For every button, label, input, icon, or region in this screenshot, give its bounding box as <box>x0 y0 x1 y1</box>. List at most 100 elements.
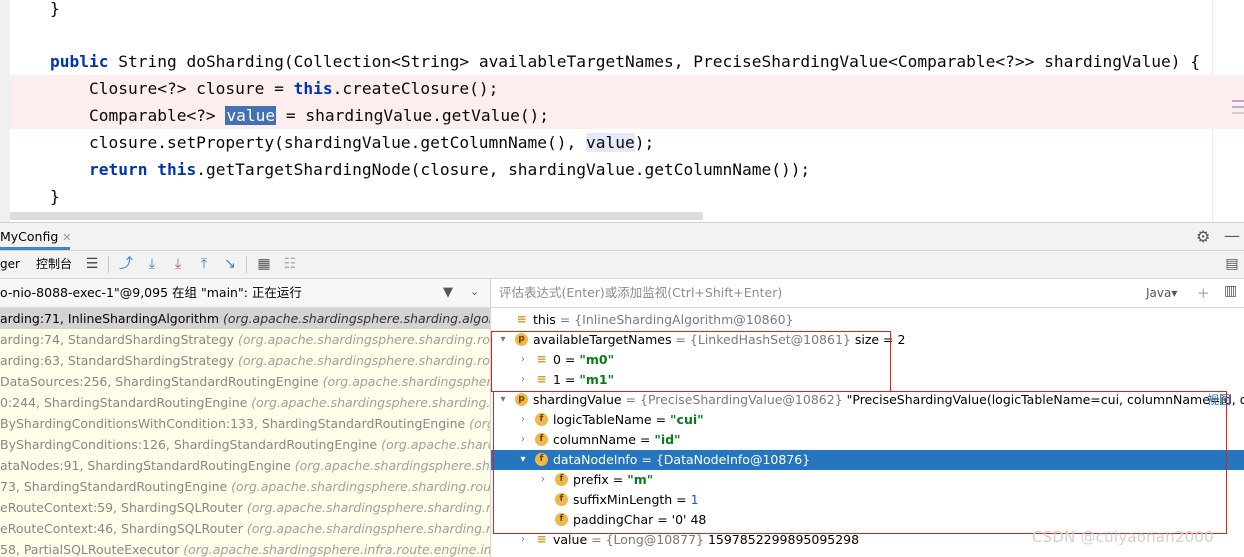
layout-settings-icon[interactable]: ▤ <box>1222 254 1242 274</box>
evaluate-expression-icon[interactable]: ▦ <box>254 254 274 274</box>
stack-frame[interactable]: 73, ShardingStandardRoutingEngine (org.a… <box>0 476 490 497</box>
stack-frame[interactable]: eRouteContext:59, ShardingSQLRouter (org… <box>0 497 490 518</box>
collapse-arrow-icon[interactable]: ▾ <box>517 450 529 470</box>
stack-frame[interactable]: arding:63, StandardShardingStrategy (org… <box>0 350 490 371</box>
stack-frame[interactable]: 0:244, ShardingStandardRoutingEngine (or… <box>0 392 490 413</box>
variable-text: columnName = "id" <box>553 430 681 450</box>
stack-frame[interactable]: ByShardingConditionsWithCondition:133, S… <box>0 413 490 434</box>
error-stripe-mark[interactable] <box>1232 106 1244 108</box>
frame-package: (org.apac <box>469 416 490 431</box>
variable-icon: ≡ <box>536 352 547 366</box>
variable-row[interactable]: ▾ f dataNodeInfo = {DataNodeInfo@10876} <box>491 450 1244 470</box>
variable-row[interactable]: › f prefix = "m" <box>491 470 1244 490</box>
code-line[interactable]: } <box>50 0 60 22</box>
watches-toggle-icon[interactable]: ▥ <box>1224 283 1237 299</box>
variable-row[interactable]: ≡ this = {InlineShardingAlgorithm@10860} <box>491 310 1244 330</box>
variable-row[interactable]: › f logicTableName = "cui" <box>491 410 1244 430</box>
frame-package: (org.apache.shardingsphere.sharding.rout… <box>238 332 490 347</box>
variable-string-value: "m0" <box>579 352 615 367</box>
gear-icon[interactable]: ⚙ <box>1196 227 1210 246</box>
editor-horizontal-scrollbar[interactable] <box>10 212 703 220</box>
step-out-icon[interactable]: ⤒ <box>194 254 214 274</box>
expand-arrow-icon[interactable]: › <box>517 350 529 370</box>
stack-frame[interactable]: arding:71, InlineShardingAlgorithm (org.… <box>0 308 490 329</box>
close-icon[interactable]: ✕ <box>62 231 71 244</box>
run-config-label: MyConfig <box>0 229 59 244</box>
collapse-arrow-icon[interactable]: ▾ <box>497 330 509 350</box>
step-into-icon[interactable]: ⤓ <box>168 254 188 274</box>
run-config-tab[interactable]: MyConfig ✕ <box>0 223 76 250</box>
parameter-icon: p <box>515 393 528 406</box>
layout-menu-icon[interactable]: ☰ <box>82 254 102 274</box>
variable-object-ref: = {InlineShardingAlgorithm@10860} <box>555 312 794 327</box>
evaluate-expression-field[interactable]: 评估表达式(Enter)或添加监视(Ctrl+Shift+Enter) Java… <box>491 279 1244 308</box>
debug-tab-bar: MyConfig ✕ ⚙ — <box>0 223 1244 251</box>
error-stripe-mark[interactable] <box>1232 112 1244 114</box>
thread-selector[interactable]: o-nio-8088-exec-1"@9,095 在组 "main": 正在运行… <box>0 279 490 308</box>
code-line[interactable]: } <box>50 183 60 210</box>
code-line[interactable]: closure.setProperty(shardingValue.getCol… <box>50 129 654 156</box>
language-selector[interactable]: Java▾ <box>1146 279 1177 307</box>
trace-stream-icon[interactable]: ☷ <box>280 254 300 274</box>
code-line[interactable]: public String doSharding(Collection<Stri… <box>50 48 1200 75</box>
show-execution-point-icon[interactable]: ⤴ <box>116 254 136 274</box>
collapse-arrow-icon[interactable]: ▾ <box>497 390 509 410</box>
variable-row[interactable]: › f columnName = "id" <box>491 430 1244 450</box>
stack-frame[interactable]: DataSources:256, ShardingStandardRouting… <box>0 371 490 392</box>
variable-name: value <box>553 532 588 547</box>
minimize-icon[interactable]: — <box>1224 226 1240 245</box>
frames-panel: o-nio-8088-exec-1"@9,095 在组 "main": 正在运行… <box>0 279 491 557</box>
code-token: Comparable<?> <box>50 106 226 125</box>
code-token: String doSharding(Collection<String> ava… <box>108 52 1201 71</box>
frame-method: eRouteContext:46, ShardingSQLRouter <box>0 521 247 536</box>
expand-arrow-icon[interactable]: › <box>517 370 529 390</box>
run-to-cursor-icon[interactable]: ↘ <box>220 254 240 274</box>
code-line[interactable]: return this.getTargetShardingNode(closur… <box>50 156 810 183</box>
variable-value: 1597852299895095298 <box>704 532 860 547</box>
variable-row[interactable]: › ≡ 1 = "m1" <box>491 370 1244 390</box>
stack-frame[interactable]: ataNodes:91, ShardingStandardRoutingEngi… <box>0 455 490 476</box>
variable-row[interactable]: f suffixMinLength = 1 <box>491 490 1244 510</box>
add-watch-icon[interactable]: + <box>1197 279 1210 307</box>
step-over-icon[interactable]: ⤓ <box>142 254 162 274</box>
tab-console[interactable]: 控制台 <box>36 251 72 278</box>
code-line[interactable]: Comparable<?> value = shardingValue.getV… <box>50 102 549 129</box>
variable-name: paddingChar = <box>573 512 672 527</box>
stack-frame[interactable]: 58, PartialSQLRouteExecutor (org.apache.… <box>0 539 490 557</box>
variable-row[interactable]: f paddingChar = '0' 48 <box>491 510 1244 530</box>
variable-object-ref: = {PreciseShardingValue@10862} <box>621 392 843 407</box>
variable-name: logicTableName = <box>553 412 671 427</box>
code-editor[interactable]: } public String doSharding(Collection<Str… <box>0 0 1244 222</box>
expand-arrow-icon[interactable]: › <box>517 530 529 550</box>
variable-text: shardingValue = {PreciseShardingValue@10… <box>533 390 1244 410</box>
variable-row[interactable]: ▾ p availableTargetNames = {LinkedHashSet@… <box>491 330 1244 350</box>
code-token: .createClosure(); <box>332 79 499 98</box>
field-icon: f <box>535 453 548 466</box>
expand-arrow-icon[interactable]: › <box>517 410 529 430</box>
error-stripe-mark[interactable] <box>1232 100 1244 102</box>
variable-row[interactable]: ▾ p shardingValue = {PreciseShardingValue@… <box>491 390 1244 410</box>
view-link[interactable]: 视图 <box>1207 390 1231 410</box>
expand-arrow-icon[interactable]: › <box>517 430 529 450</box>
stack-frame[interactable]: ByShardingConditions:126, ShardingStanda… <box>0 434 490 455</box>
code-line[interactable]: Closure<?> closure = this.createClosure(… <box>50 75 498 102</box>
tab-debugger[interactable]: ger <box>0 251 20 278</box>
expand-arrow-icon[interactable]: › <box>537 470 549 490</box>
frame-package: (org.apache.shardingsp <box>381 437 490 452</box>
editor-gutter <box>0 0 10 222</box>
chevron-down-icon[interactable]: ⌄ <box>470 285 479 298</box>
field-icon: f <box>555 473 568 486</box>
frame-method: 73, ShardingStandardRoutingEngine <box>0 479 232 494</box>
stack-frame[interactable]: eRouteContext:46, ShardingSQLRouter (org… <box>0 518 490 539</box>
variable-string-value: "m1" <box>579 372 615 387</box>
code-token: .getTargetShardingNode(closure, sharding… <box>196 160 811 179</box>
variable-text: dataNodeInfo = {DataNodeInfo@10876} <box>553 450 810 470</box>
filter-icon[interactable]: ▼ <box>443 285 453 300</box>
code-token: closure.setProperty(shardingValue.getCol… <box>50 133 587 152</box>
stack-frame[interactable]: arding:74, StandardShardingStrategy (org… <box>0 329 490 350</box>
active-tab-indicator <box>0 247 70 250</box>
frame-package: (org.apache.shardingsphere.sharding.rout… <box>246 500 491 515</box>
frame-package: (org.apache.shardingsphere.sharding.rout… <box>238 353 490 368</box>
variable-row[interactable]: › ≡ 0 = "m0" <box>491 350 1244 370</box>
